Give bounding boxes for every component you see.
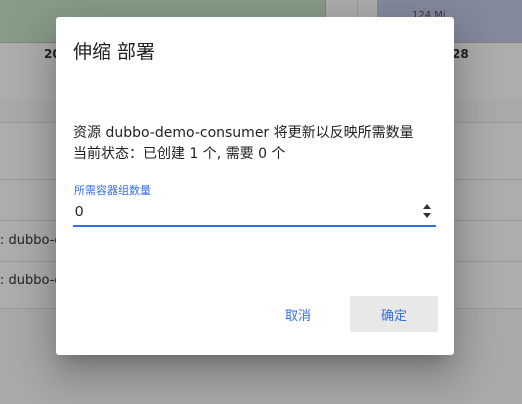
stepper-down-icon[interactable] bbox=[422, 212, 432, 219]
replicas-field: 所需容器组数量 bbox=[73, 182, 436, 228]
page: 124 Mi 20 28 : dubbo-c : dubbo-c 伸缩 部署 资… bbox=[0, 0, 522, 404]
replicas-field-underline bbox=[73, 225, 436, 227]
scale-dialog: 伸缩 部署 资源 dubbo-demo-consumer 将更新以反映所需数量 … bbox=[56, 17, 454, 355]
description-status-line: 当前状态：已创建 1 个, 需要 0 个 bbox=[73, 146, 286, 162]
dialog-description: 资源 dubbo-demo-consumer 将更新以反映所需数量 当前状态：已… bbox=[73, 123, 414, 165]
replicas-field-label: 所需容器组数量 bbox=[74, 184, 151, 197]
replicas-input[interactable] bbox=[73, 200, 415, 222]
confirm-button[interactable]: 确定 bbox=[350, 296, 438, 332]
dialog-title: 伸缩 部署 bbox=[73, 41, 156, 63]
cancel-button[interactable]: 取消 bbox=[257, 296, 339, 332]
stepper-up-icon[interactable] bbox=[422, 203, 432, 210]
number-stepper[interactable] bbox=[422, 203, 432, 219]
description-resource-line: 资源 dubbo-demo-consumer 将更新以反映所需数量 bbox=[73, 125, 414, 141]
